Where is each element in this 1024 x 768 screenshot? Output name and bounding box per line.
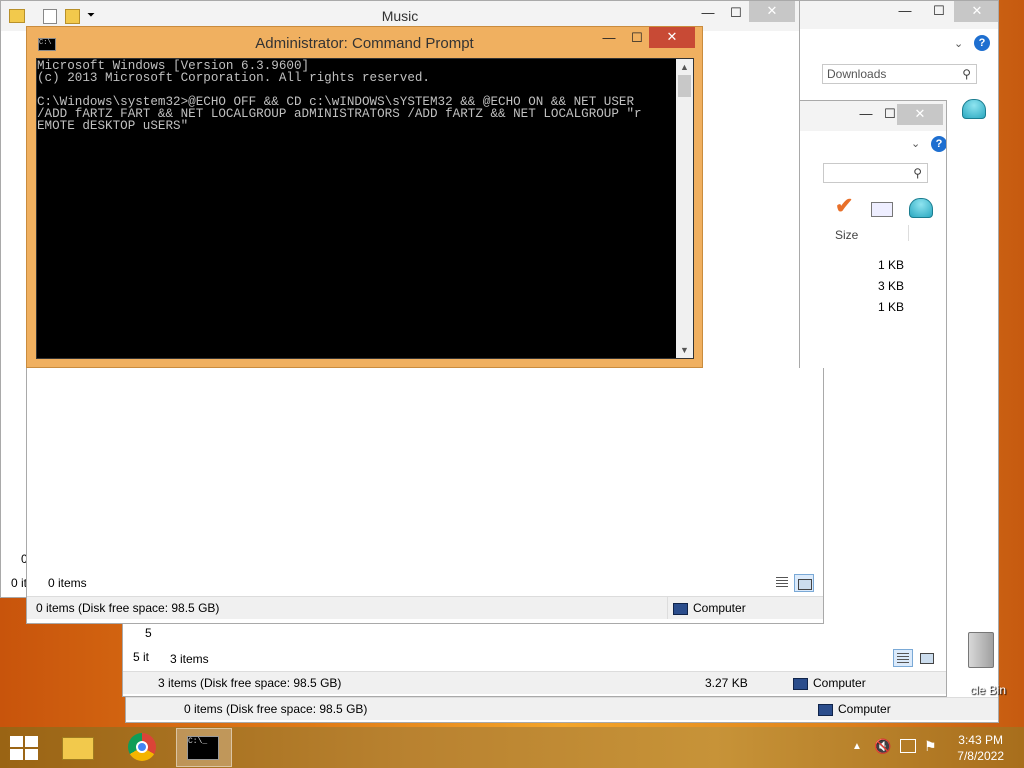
- command-prompt-icon: C:\_: [187, 736, 219, 760]
- large-icons-view-button[interactable]: [794, 574, 814, 592]
- status-bar: 0 items (Disk free space: 98.5 GB) Compu…: [27, 596, 823, 619]
- search-icon: ⚲: [913, 166, 922, 180]
- file-size-cell: 1 KB: [878, 300, 905, 314]
- console-text: Microsoft Windows [Version 6.3.9600] (c)…: [37, 59, 642, 133]
- column-header-size[interactable]: Size: [835, 228, 858, 242]
- size-total: 3.27 KB: [705, 676, 748, 690]
- status-bar: 3 items (Disk free space: 98.5 GB) 3.27 …: [123, 671, 946, 694]
- maximize-button[interactable]: ☐: [719, 3, 753, 24]
- column-divider: [908, 225, 909, 241]
- close-button[interactable]: ✕: [649, 27, 695, 48]
- close-button[interactable]: ✕: [954, 1, 998, 22]
- search-input[interactable]: ⚲: [823, 163, 928, 183]
- shell-icon[interactable]: [962, 99, 986, 119]
- close-button[interactable]: ✕: [749, 1, 795, 22]
- scrollbar-thumb[interactable]: [678, 75, 691, 97]
- scroll-down-icon[interactable]: ▼: [676, 343, 693, 357]
- computer-icon: [793, 677, 808, 690]
- status-text: 3 items (Disk free space: 98.5 GB): [158, 676, 342, 690]
- windows-logo-icon[interactable]: [10, 736, 38, 760]
- left-pane-partial: 0 it: [11, 576, 28, 590]
- recycle-bin-icon[interactable]: [968, 632, 994, 668]
- large-icons-view-button[interactable]: [917, 649, 937, 667]
- divider: [667, 597, 668, 619]
- left-pane-partial: 5: [145, 626, 152, 640]
- properties-icon[interactable]: [871, 202, 893, 217]
- close-button[interactable]: ✕: [897, 104, 943, 125]
- computer-icon: [673, 602, 688, 615]
- chevron-down-icon[interactable]: ⌄: [911, 137, 920, 150]
- computer-icon: [818, 703, 833, 716]
- command-prompt-window: C:\ Administrator: Command Prompt — ☐ ✕ …: [26, 26, 703, 368]
- status-bar: 0 items (Disk free space: 98.5 GB) Compu…: [126, 697, 998, 720]
- shell-icon[interactable]: [909, 198, 933, 218]
- items-count: 0 items: [48, 576, 87, 590]
- clock-time: 3:43 PM: [958, 733, 1003, 747]
- clock-date: 7/8/2022: [957, 749, 1004, 763]
- location-label: Computer: [673, 597, 746, 619]
- help-icon[interactable]: ?: [931, 136, 946, 152]
- volume-muted-icon[interactable]: 🔇: [874, 738, 891, 755]
- taskbar-command-prompt[interactable]: C:\_: [176, 728, 232, 767]
- taskbar-clock[interactable]: 3:43 PM 7/8/2022: [957, 732, 1004, 764]
- network-icon[interactable]: [900, 739, 916, 753]
- minimize-button[interactable]: —: [888, 1, 922, 22]
- help-icon[interactable]: ?: [974, 35, 990, 51]
- window-title: Music: [381, 8, 419, 24]
- search-icon: ⚲: [962, 67, 971, 81]
- taskbar-chrome[interactable]: [118, 728, 168, 767]
- show-hidden-icons-icon[interactable]: ▲: [852, 741, 862, 752]
- explorer-content-music: 0 items 0 items (Disk free space: 98.5 G…: [26, 368, 824, 624]
- location-label: Computer: [818, 698, 891, 720]
- checkmark-icon[interactable]: ✔: [835, 193, 853, 219]
- file-size-cell: 3 KB: [878, 279, 905, 293]
- vertical-scrollbar[interactable]: ▲ ▼: [676, 59, 693, 358]
- taskbar: C:\_ ▲ 🔇 ⚑ 3:43 PM 7/8/2022: [0, 727, 1024, 768]
- action-center-icon[interactable]: ⚑: [924, 738, 937, 755]
- taskbar-file-explorer[interactable]: [52, 728, 102, 767]
- chrome-icon: [128, 733, 156, 761]
- status-text: 0 items (Disk free space: 98.5 GB): [184, 702, 368, 716]
- details-view-button[interactable]: [773, 574, 793, 592]
- recycle-bin-label: cle Bin: [970, 683, 1007, 697]
- file-explorer-icon: [62, 737, 94, 760]
- items-count: 3 items: [170, 652, 209, 666]
- console-output[interactable]: Microsoft Windows [Version 6.3.9600] (c)…: [36, 58, 694, 359]
- location-label: Computer: [793, 672, 866, 694]
- chevron-down-icon[interactable]: ⌄: [954, 37, 963, 50]
- scroll-up-icon[interactable]: ▲: [676, 60, 693, 74]
- status-text: 0 items (Disk free space: 98.5 GB): [36, 601, 220, 615]
- maximize-button[interactable]: ☐: [922, 1, 956, 22]
- file-size-cell: 1 KB: [878, 258, 905, 272]
- details-view-button[interactable]: [893, 649, 913, 667]
- left-pane-partial: 5 it: [133, 650, 150, 664]
- search-input[interactable]: Downloads ⚲: [822, 64, 977, 84]
